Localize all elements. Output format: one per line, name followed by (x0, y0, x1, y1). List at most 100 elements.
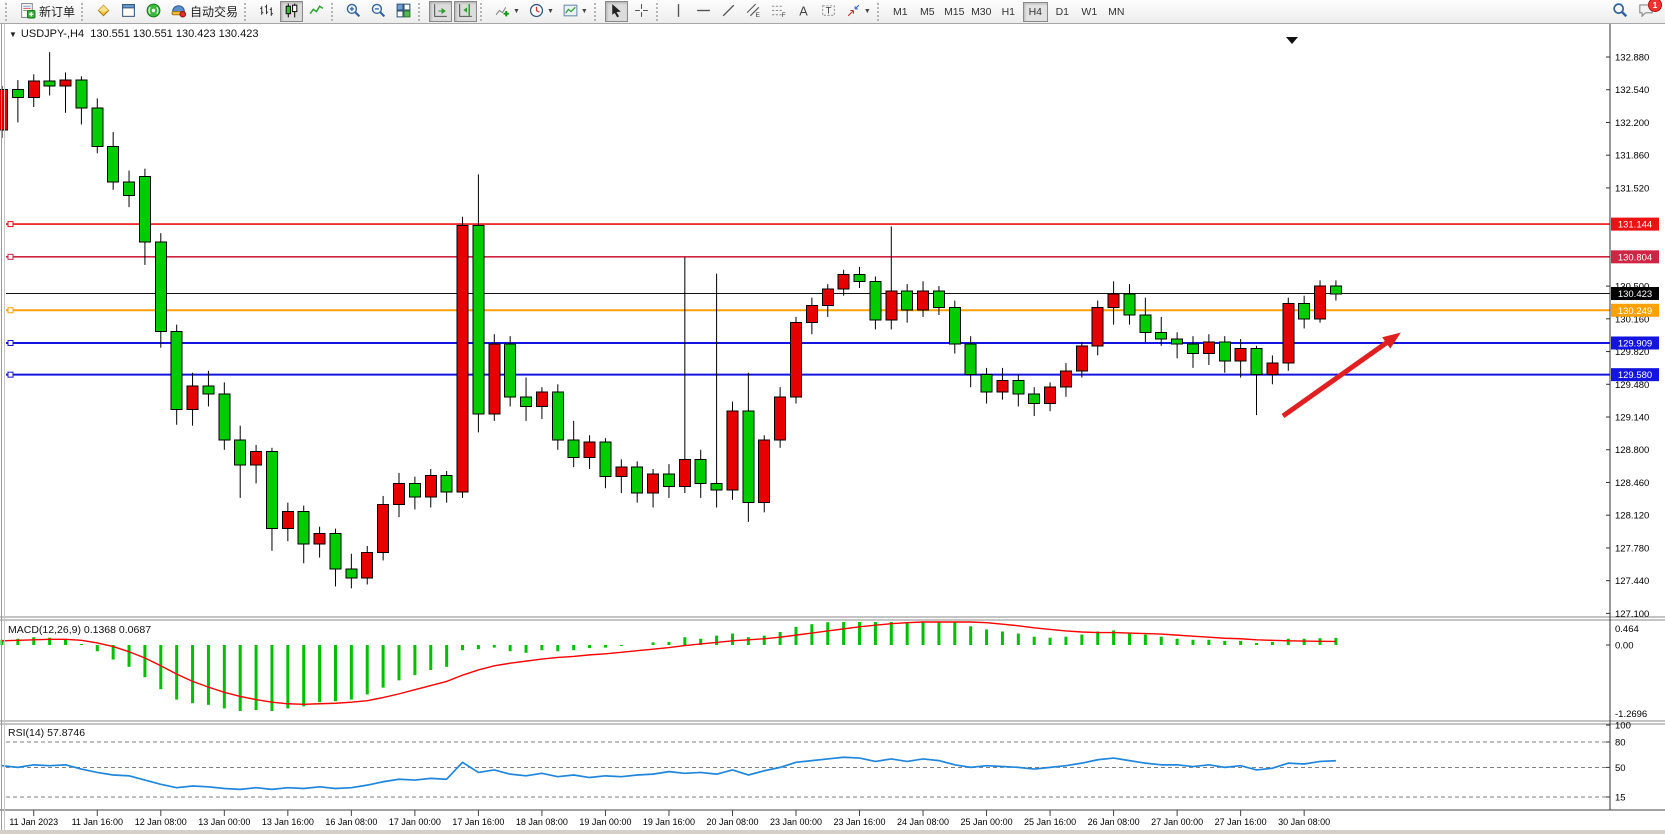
tile-windows-button[interactable] (392, 1, 415, 22)
crosshair-icon (633, 2, 650, 22)
market-watch-button[interactable] (92, 1, 115, 22)
linechart-icon (308, 2, 325, 22)
candle-body (933, 291, 944, 307)
timeframe-button-m1[interactable]: M1 (888, 2, 913, 22)
zoom-out-button[interactable] (367, 1, 390, 22)
candle-body (568, 440, 579, 457)
candle-body (346, 569, 357, 578)
clock-icon (528, 2, 545, 22)
signal-icon (145, 2, 162, 22)
auto-trading-button[interactable]: 自动交易 (167, 1, 241, 22)
candle-body (775, 397, 786, 440)
price-chart[interactable]: 132.880132.540132.200131.860131.520130.5… (0, 24, 1665, 834)
search-button[interactable] (1608, 1, 1632, 22)
indicators-button[interactable]: ▼ (491, 1, 523, 22)
candle-body (266, 452, 277, 529)
dropdown-arrow-icon: ▼ (513, 8, 520, 15)
periods-button[interactable]: ▼ (525, 1, 557, 22)
zoom-in-button[interactable] (342, 1, 365, 22)
zoom-out-icon (370, 2, 387, 22)
timeframe-button-h1[interactable]: H1 (996, 2, 1021, 22)
candle-body (600, 442, 611, 477)
candle-body (536, 392, 547, 406)
toolbar-group-grip (877, 3, 885, 21)
notifications-button[interactable]: 1 (1634, 1, 1658, 22)
channel-button[interactable]: E (742, 1, 765, 22)
toolbar-group-grip (331, 3, 339, 21)
auto-scroll-button[interactable] (429, 1, 452, 22)
price-tick-label: 127.440 (1615, 576, 1649, 587)
candle-body (918, 291, 929, 310)
text-button[interactable]: A (792, 1, 815, 22)
candle-body (298, 511, 309, 544)
candle-body (822, 289, 833, 305)
fibonacci-button[interactable]: F (767, 1, 790, 22)
chart-area[interactable]: 132.880132.540132.200131.860131.520130.5… (0, 24, 1665, 834)
templates-button[interactable]: ▼ (559, 1, 591, 22)
candle-body (997, 380, 1008, 392)
candle-body (1092, 307, 1103, 346)
notification-badge: 1 (1648, 0, 1662, 12)
candle-body (235, 440, 246, 465)
candle-body (378, 505, 389, 553)
price-tick-label: 131.860 (1615, 151, 1649, 162)
candle-body (854, 275, 865, 282)
candle-body (1172, 339, 1183, 344)
level-handle[interactable] (8, 372, 13, 377)
candle-body (457, 225, 468, 492)
data-window-button[interactable] (117, 1, 140, 22)
macd-axis-zero: 0.00 (1615, 641, 1634, 652)
navigator-button[interactable] (142, 1, 165, 22)
time-tick-label: 25 Jan 00:00 (961, 817, 1013, 827)
svg-text:E: E (755, 11, 759, 18)
timeframe-button-mn[interactable]: MN (1104, 2, 1129, 22)
timeframe-button-m15[interactable]: M15 (942, 2, 967, 22)
candle-body (124, 182, 135, 195)
candle-chart-button[interactable] (280, 1, 303, 22)
vertical-line-button[interactable] (667, 1, 690, 22)
timeframe-button-m5[interactable]: M5 (915, 2, 940, 22)
candle-body (171, 331, 182, 409)
candle-body (743, 411, 754, 502)
timeframe-button-m30[interactable]: M30 (969, 2, 994, 22)
level-handle[interactable] (8, 222, 13, 227)
search-icon (1611, 1, 1629, 22)
price-badge-label: 130.804 (1618, 252, 1652, 263)
candle-body (108, 147, 119, 183)
candle-body (886, 291, 897, 320)
new-order-button-label: 新订单 (39, 3, 75, 20)
candle-body (362, 553, 373, 578)
horizontal-line-button[interactable] (692, 1, 715, 22)
fibo-icon: F (770, 2, 787, 22)
crosshair-button[interactable] (630, 1, 653, 22)
arrows-button[interactable]: ▼ (842, 1, 874, 22)
dropdown-arrow-icon: ▼ (581, 8, 588, 15)
time-tick-label: 18 Jan 08:00 (516, 817, 568, 827)
candle-body (965, 344, 976, 375)
trendline-button[interactable] (717, 1, 740, 22)
level-handle[interactable] (8, 340, 13, 345)
candle-body (870, 281, 881, 320)
candle-body (663, 474, 674, 487)
window-icon (120, 2, 137, 22)
timeframe-button-d1[interactable]: D1 (1050, 2, 1075, 22)
timeframe-button-w1[interactable]: W1 (1077, 2, 1102, 22)
chevron-down-icon[interactable]: ▼ (9, 30, 17, 39)
text-label-button[interactable]: T (817, 1, 840, 22)
new-order-icon (19, 2, 36, 22)
arrows-icon (845, 2, 862, 22)
candle-body (1140, 315, 1151, 332)
cursor-button[interactable] (605, 1, 628, 22)
price-badge-label: 129.580 (1618, 370, 1652, 381)
candle-body (330, 533, 341, 569)
candle-body (139, 176, 150, 241)
chart-shift-button[interactable] (454, 1, 477, 22)
candle-body (1188, 344, 1199, 354)
line-chart-button[interactable] (305, 1, 328, 22)
timeframe-button-h4[interactable]: H4 (1023, 2, 1048, 22)
bar-chart-button[interactable] (255, 1, 278, 22)
level-handle[interactable] (8, 308, 13, 313)
trendline-icon (720, 2, 737, 22)
level-handle[interactable] (8, 254, 13, 259)
new-order-button[interactable]: 新订单 (16, 1, 78, 22)
